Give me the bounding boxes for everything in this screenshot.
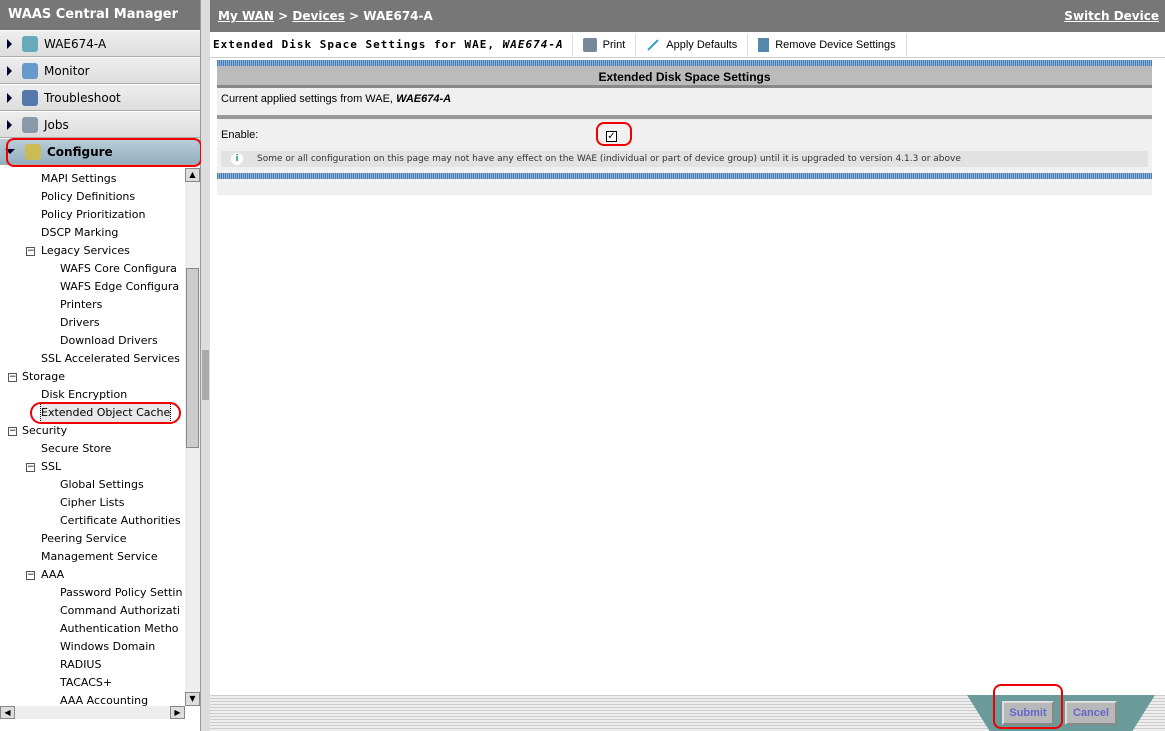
- tree-item[interactable]: Policy Prioritization: [41, 206, 145, 224]
- expand-arrow-icon: [7, 38, 12, 49]
- info-text: Some or all configuration on this page m…: [257, 154, 961, 164]
- print-button[interactable]: Print: [571, 33, 636, 56]
- tree-item[interactable]: TACACS+: [60, 674, 112, 692]
- tree-item[interactable]: Drivers: [60, 314, 100, 332]
- page-title-text: Extended Disk Space Settings for WAE,: [213, 38, 503, 51]
- tree-item[interactable]: WAFS Core Configura: [60, 260, 177, 278]
- expand-arrow-icon: [7, 119, 12, 130]
- tree-item[interactable]: Secure Store: [41, 440, 111, 458]
- nav-troubleshoot[interactable]: Troubleshoot: [0, 84, 200, 111]
- collapse-icon[interactable]: −: [26, 247, 35, 256]
- current-settings-row: Current applied settings from WAE, WAE67…: [217, 88, 1152, 119]
- enable-label: Enable:: [221, 129, 259, 141]
- panel-header: Extended Disk Space Settings: [217, 66, 1152, 88]
- main-content: My WAN > Devices > WAE674-A Switch Devic…: [210, 0, 1165, 731]
- tree-item[interactable]: Policy Definitions: [41, 188, 135, 206]
- tree-item[interactable]: Storage: [22, 368, 65, 386]
- tree-item[interactable]: Global Settings: [60, 476, 144, 494]
- info-message: i Some or all configuration on this page …: [221, 151, 1148, 167]
- expand-arrow-icon: [7, 92, 12, 103]
- nav-label: Troubleshoot: [44, 90, 121, 105]
- splitter-handle[interactable]: [202, 350, 209, 400]
- scroll-right-button[interactable]: ▶: [170, 706, 185, 719]
- tree-item[interactable]: RADIUS: [60, 656, 101, 674]
- tree-item[interactable]: Management Service: [41, 548, 158, 566]
- toolbar: Extended Disk Space Settings for WAE, WA…: [210, 32, 1165, 58]
- collapse-icon[interactable]: −: [26, 571, 35, 580]
- highlight-ring: [993, 684, 1063, 729]
- expand-arrow-icon: [7, 65, 12, 76]
- breadcrumb-my-wan[interactable]: My WAN: [218, 9, 274, 23]
- nav-wae674-a[interactable]: WAE674-A: [0, 30, 200, 57]
- switch-device-link[interactable]: Switch Device: [1064, 9, 1159, 23]
- footer-bar: Submit Cancel: [210, 684, 1165, 731]
- highlight-ring: [596, 122, 632, 146]
- tree-item[interactable]: WAFS Edge Configura: [60, 278, 179, 296]
- collapse-icon[interactable]: −: [8, 427, 17, 436]
- tree-item[interactable]: Peering Service: [41, 530, 126, 548]
- collapse-icon[interactable]: −: [26, 463, 35, 472]
- tree-item[interactable]: AAA: [41, 566, 64, 584]
- page-title-device: WAE674-A: [502, 38, 564, 51]
- tree-item[interactable]: Legacy Services: [41, 242, 130, 260]
- tree-item[interactable]: AAA Accounting: [60, 692, 148, 706]
- tree-item[interactable]: SSL: [41, 458, 61, 476]
- nav-label: Jobs: [44, 117, 69, 132]
- breadcrumb-separator: >: [278, 9, 289, 23]
- wand-icon: [647, 38, 659, 51]
- app-title: WAAS Central Manager: [0, 0, 200, 30]
- divider: [217, 173, 1152, 179]
- pane-splitter[interactable]: [201, 0, 210, 731]
- breadcrumb-separator: >: [349, 9, 360, 23]
- current-device: WAE674-A: [396, 93, 452, 105]
- nav-label: WAE674-A: [44, 36, 107, 51]
- device-icon: [22, 35, 38, 52]
- tree-item[interactable]: MAPI Settings: [41, 170, 117, 188]
- enable-row: Enable: ✓: [217, 119, 1152, 151]
- info-icon: i: [231, 153, 243, 165]
- cancel-button[interactable]: Cancel: [1065, 701, 1117, 725]
- nav-label: Monitor: [44, 63, 90, 78]
- sidebar: WAAS Central Manager WAE674-A Monitor Trou…: [0, 0, 202, 731]
- tree-item[interactable]: DSCP Marking: [41, 224, 118, 242]
- apply-defaults-button[interactable]: Apply Defaults: [635, 33, 747, 56]
- tree-item[interactable]: Security: [22, 422, 67, 440]
- monitor-icon: [22, 62, 38, 79]
- tree-item[interactable]: Printers: [60, 296, 102, 314]
- nav-monitor[interactable]: Monitor: [0, 57, 200, 84]
- remove-device-settings-button[interactable]: Remove Device Settings: [747, 33, 907, 56]
- highlight-ring: [30, 402, 181, 424]
- print-label: Print: [602, 38, 626, 51]
- breadcrumb-devices[interactable]: Devices: [292, 9, 344, 23]
- settings-panel: Extended Disk Space Settings Current app…: [217, 60, 1152, 195]
- scroll-down-button[interactable]: ▼: [185, 692, 200, 706]
- current-label: Current applied settings from WAE,: [221, 93, 397, 105]
- tree-item[interactable]: SSL Accelerated Services: [41, 350, 180, 368]
- tree-item[interactable]: Command Authorizati: [60, 602, 180, 620]
- tree-item[interactable]: Certificate Authorities: [60, 512, 181, 530]
- tree-item[interactable]: Authentication Metho: [60, 620, 179, 638]
- tree-horizontal-scrollbar[interactable]: ◀ ▶: [0, 706, 185, 719]
- nav-jobs[interactable]: Jobs: [0, 111, 200, 138]
- tree-item[interactable]: Windows Domain: [60, 638, 155, 656]
- tree-item[interactable]: Cipher Lists: [60, 494, 124, 512]
- breadcrumb-current: WAE674-A: [363, 9, 433, 23]
- scroll-thumb[interactable]: [186, 268, 199, 448]
- scroll-left-button[interactable]: ◀: [0, 706, 15, 719]
- trash-icon: [758, 37, 770, 52]
- scroll-up-button[interactable]: ▲: [185, 168, 200, 182]
- tree-item[interactable]: Download Drivers: [60, 332, 158, 350]
- nav-tree: MAPI Settings Policy Definitions Policy Pr…: [0, 168, 185, 706]
- highlight-ring: [6, 138, 202, 167]
- troubleshoot-icon: [22, 89, 38, 106]
- breadcrumb: My WAN > Devices > WAE674-A Switch Devic…: [210, 0, 1165, 32]
- jobs-icon: [22, 116, 38, 133]
- remove-label: Remove Device Settings: [775, 38, 896, 51]
- tree-item[interactable]: Password Policy Settin: [60, 584, 182, 602]
- printer-icon: [582, 37, 597, 52]
- page-title: Extended Disk Space Settings for WAE, WA…: [210, 38, 572, 51]
- collapse-icon[interactable]: −: [8, 373, 17, 382]
- apply-defaults-label: Apply Defaults: [666, 38, 738, 51]
